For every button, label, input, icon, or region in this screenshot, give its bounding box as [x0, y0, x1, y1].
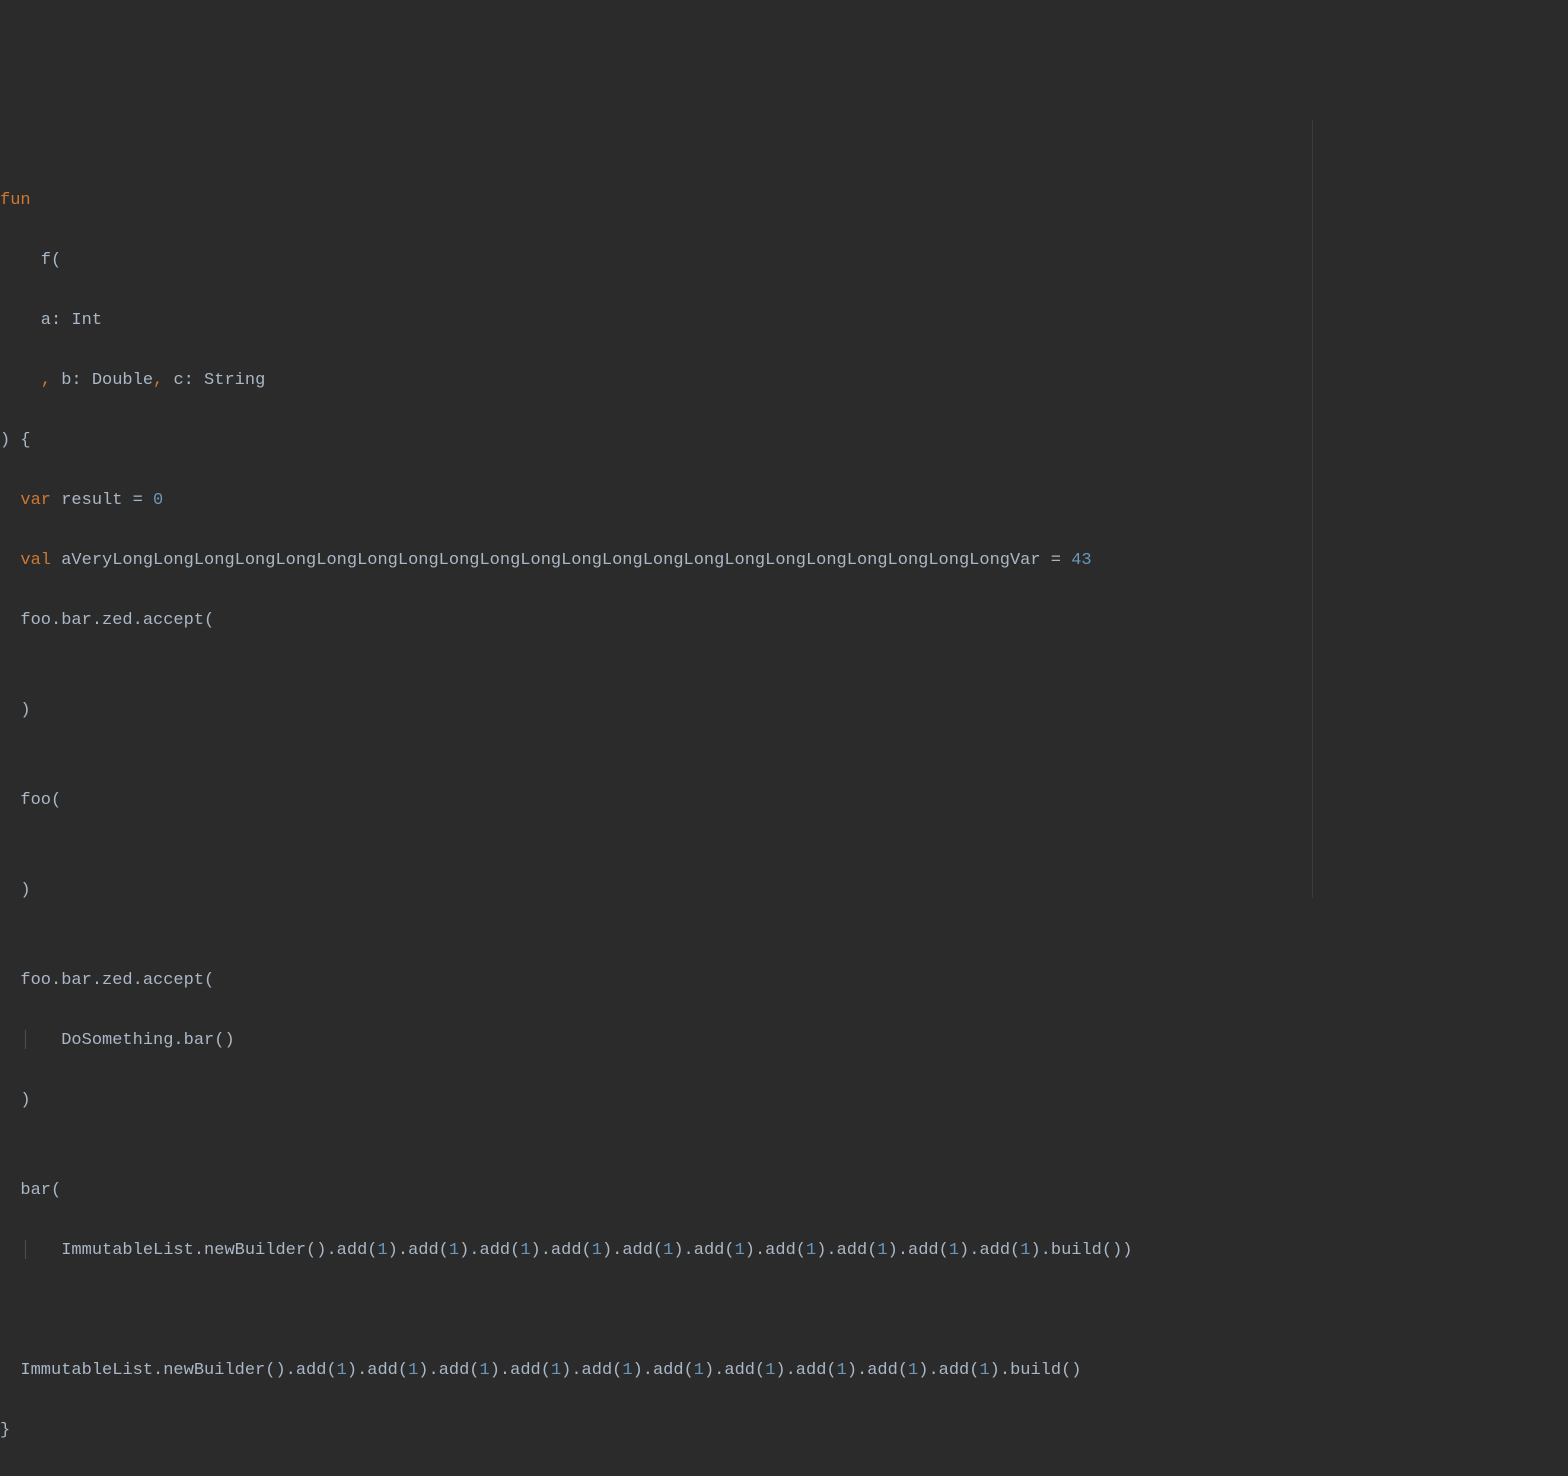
code-text: )	[0, 701, 31, 720]
number-literal: 1	[765, 1361, 775, 1380]
code-line[interactable]: )	[0, 876, 1568, 906]
comma: ,	[41, 371, 51, 390]
number-literal: 1	[877, 1241, 887, 1260]
code-text: foo.bar.zed.accept(	[0, 611, 214, 630]
number-literal: 1	[1020, 1241, 1030, 1260]
number-literal: 1	[622, 1361, 632, 1380]
code-line[interactable]: │ ImmutableList.newBuilder().add(1).add(…	[0, 1236, 1568, 1266]
code-line[interactable]: foo(	[0, 786, 1568, 816]
code-text: b: Double	[51, 371, 153, 390]
code-text: ).add(	[704, 1361, 765, 1380]
indent	[0, 1361, 20, 1380]
code-text: ).add(	[888, 1241, 949, 1260]
number-literal: 1	[908, 1361, 918, 1380]
code-text: ).add(	[745, 1241, 806, 1260]
code-text: f(	[0, 251, 61, 270]
code-text: c: String	[163, 371, 265, 390]
number-literal: 1	[694, 1361, 704, 1380]
code-line[interactable]: var result = 0	[0, 486, 1568, 516]
code-line[interactable]: f(	[0, 246, 1568, 276]
number-literal: 1	[979, 1361, 989, 1380]
number-literal: 1	[377, 1241, 387, 1260]
code-line[interactable]: foo.bar.zed.accept(	[0, 966, 1568, 996]
right-margin-guide	[1312, 120, 1313, 898]
code-text: ).build())	[1030, 1241, 1132, 1260]
keyword-fun: fun	[0, 191, 31, 210]
code-line[interactable]: ) {	[0, 426, 1568, 456]
code-text: ).add(	[531, 1241, 592, 1260]
code-text: }	[0, 1421, 10, 1440]
code-line[interactable]: ImmutableList.newBuilder().add(1).add(1)…	[0, 1356, 1568, 1386]
code-text: result =	[51, 491, 153, 510]
code-text: ImmutableList.newBuilder().add(	[31, 1241, 378, 1260]
number-literal: 1	[449, 1241, 459, 1260]
code-text: foo.bar.zed.accept(	[0, 971, 214, 990]
code-text: ).add(	[847, 1361, 908, 1380]
code-text: ).add(	[459, 1241, 520, 1260]
number-literal: 1	[837, 1361, 847, 1380]
code-text: ).add(	[602, 1241, 663, 1260]
code-text: )	[0, 881, 31, 900]
number-literal: 1	[949, 1241, 959, 1260]
code-line[interactable]: fun	[0, 186, 1568, 216]
number-literal: 1	[592, 1241, 602, 1260]
code-text: bar(	[0, 1181, 61, 1200]
number-literal: 0	[153, 491, 163, 510]
indent	[0, 1241, 20, 1260]
number-literal: 1	[337, 1361, 347, 1380]
code-text: ) {	[0, 431, 31, 450]
code-text: ).add(	[775, 1361, 836, 1380]
code-line[interactable]: , b: Double, c: String	[0, 366, 1568, 396]
number-literal: 1	[735, 1241, 745, 1260]
code-editor[interactable]: fun f( a: Int , b: Double, c: String ) {…	[0, 120, 1568, 898]
indent	[0, 551, 20, 570]
code-text: ).add(	[561, 1361, 622, 1380]
keyword-val: val	[20, 551, 51, 570]
code-text: ).add(	[633, 1361, 694, 1380]
code-text: DoSomething.bar()	[31, 1031, 235, 1050]
code-text: ).build()	[990, 1361, 1082, 1380]
number-literal: 1	[663, 1241, 673, 1260]
code-line[interactable]: │ DoSomething.bar()	[0, 1026, 1568, 1056]
number-literal: 1	[408, 1361, 418, 1380]
code-line[interactable]: )	[0, 696, 1568, 726]
number-literal: 43	[1071, 551, 1091, 570]
code-text: foo(	[0, 791, 61, 810]
indent	[0, 491, 20, 510]
code-text: ).add(	[490, 1361, 551, 1380]
keyword-var: var	[20, 491, 51, 510]
indent-guide: │	[20, 1241, 30, 1260]
code-text: ).add(	[959, 1241, 1020, 1260]
code-text: ).add(	[673, 1241, 734, 1260]
number-literal: 1	[806, 1241, 816, 1260]
code-text: ).add(	[418, 1361, 479, 1380]
code-text: ImmutableList.newBuilder().add(	[20, 1361, 336, 1380]
code-text: ).add(	[918, 1361, 979, 1380]
code-line[interactable]: foo.bar.zed.accept(	[0, 606, 1568, 636]
code-text: a: Int	[0, 311, 102, 330]
number-literal: 1	[520, 1241, 530, 1260]
comma: ,	[153, 371, 163, 390]
code-line[interactable]: )	[0, 1086, 1568, 1116]
number-literal: 1	[480, 1361, 490, 1380]
indent	[0, 1031, 20, 1050]
code-text: ).add(	[816, 1241, 877, 1260]
indent	[0, 371, 41, 390]
code-line[interactable]: a: Int	[0, 306, 1568, 336]
code-text: aVeryLongLongLongLongLongLongLongLongLon…	[51, 551, 1071, 570]
code-text: ).add(	[347, 1361, 408, 1380]
code-line[interactable]: }	[0, 1416, 1568, 1446]
indent-guide: │	[20, 1031, 30, 1050]
code-line[interactable]: val aVeryLongLongLongLongLongLongLongLon…	[0, 546, 1568, 576]
number-literal: 1	[551, 1361, 561, 1380]
code-text: )	[0, 1091, 31, 1110]
code-text: ).add(	[388, 1241, 449, 1260]
code-line[interactable]: bar(	[0, 1176, 1568, 1206]
